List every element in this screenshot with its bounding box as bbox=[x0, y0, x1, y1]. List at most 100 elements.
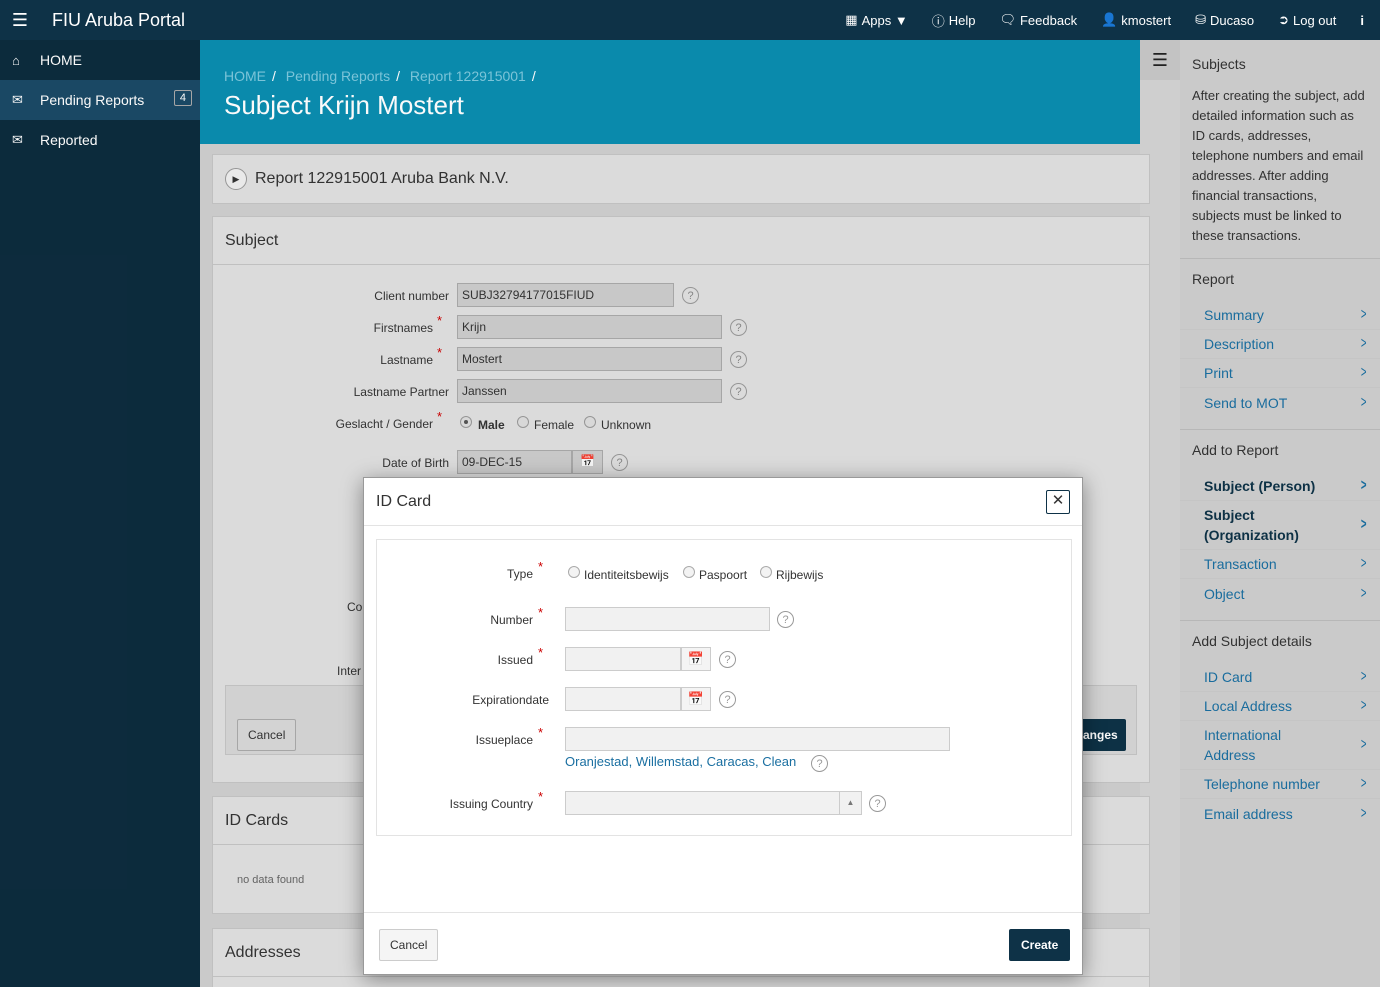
issued-date-input[interactable] bbox=[565, 647, 681, 671]
right-panel-toggle-icon[interactable]: ☰ bbox=[1140, 40, 1180, 80]
issueplace-suggestions[interactable]: Oranjestad, Willemstad, Caracas, Clean bbox=[565, 754, 796, 769]
required-marker: * bbox=[437, 345, 443, 360]
help-icon[interactable]: ? bbox=[719, 691, 736, 708]
menu-icon[interactable]: ☰ bbox=[0, 10, 40, 31]
lastname-field[interactable]: Mostert bbox=[457, 347, 722, 371]
type-identiteitsbewijs-radio[interactable] bbox=[568, 566, 580, 578]
chevron-right-icon: > bbox=[1360, 477, 1367, 494]
help-icon[interactable]: ? bbox=[730, 319, 747, 336]
user-label: kmostert bbox=[1121, 12, 1172, 28]
breadcrumb-pending-reports[interactable]: Pending Reports bbox=[286, 68, 390, 84]
report-panel-title: Report 122915001 Aruba Bank N.V. bbox=[255, 170, 509, 187]
gender-female-radio[interactable] bbox=[517, 416, 529, 428]
report-link-description[interactable]: Description > bbox=[1180, 330, 1380, 359]
subject-panel-title: Subject bbox=[225, 231, 279, 249]
help-icon[interactable]: ? bbox=[719, 651, 736, 668]
add-id-card-link[interactable]: ID Card > bbox=[1180, 663, 1380, 692]
client-number-field[interactable]: SUBJ32794177015FIUD bbox=[457, 283, 674, 307]
add-subject-organization-link[interactable]: Subject (Organization) > bbox=[1180, 501, 1380, 550]
sidebar-item-pending-reports[interactable]: ✉ Pending Reports 4 bbox=[0, 80, 200, 120]
sidebar: ⌂ HOME ✉ Pending Reports 4 ✉ Reported bbox=[0, 40, 200, 987]
link-label: ID Card bbox=[1204, 669, 1253, 685]
gender-male-radio[interactable] bbox=[460, 416, 472, 428]
top-bar: ☰ FIU Aruba Portal ▦ Apps ▼ ⓘ Help 🗨 Feedba… bbox=[0, 0, 1380, 40]
add-international-address-link[interactable]: International Address > bbox=[1180, 721, 1380, 770]
add-object-link[interactable]: Object > bbox=[1180, 579, 1380, 608]
sidebar-item-label: Pending Reports bbox=[40, 92, 145, 108]
apps-menu[interactable]: ▦ Apps ▼ bbox=[845, 12, 907, 28]
envelope-icon: ✉ bbox=[12, 132, 23, 147]
dob-label: Date of Birth bbox=[382, 456, 449, 470]
page-title: Subject Krijn Mostert bbox=[224, 90, 464, 120]
link-label: Subject (Person) bbox=[1204, 478, 1316, 494]
expiration-date-input[interactable] bbox=[565, 687, 681, 711]
create-button[interactable]: Create bbox=[1009, 929, 1071, 961]
gender-label: Geslacht / Gender bbox=[335, 417, 433, 431]
report-link-summary[interactable]: Summary > bbox=[1180, 301, 1380, 330]
firstnames-field[interactable]: Krijn bbox=[457, 315, 722, 339]
chevron-right-icon: > bbox=[1360, 804, 1367, 822]
chevron-right-icon: > bbox=[1360, 736, 1367, 753]
apps-label: Apps ▼ bbox=[861, 12, 908, 28]
app-title[interactable]: FIU Aruba Portal bbox=[52, 10, 185, 31]
partner-field[interactable]: Janssen bbox=[457, 379, 722, 403]
info-link[interactable]: i bbox=[1360, 13, 1364, 28]
feedback-link[interactable]: 🗨 Feedback bbox=[999, 12, 1077, 28]
help-text: After creating the subject, add detailed… bbox=[1192, 88, 1365, 243]
chevron-right-icon: > bbox=[1360, 697, 1367, 714]
help-icon[interactable]: ? bbox=[730, 383, 747, 400]
info-icon: i bbox=[1360, 12, 1364, 28]
calendar-icon[interactable]: 📅 bbox=[681, 647, 711, 671]
id-card-dialog: ID Card ✕ Type * Identiteitsbewijs Paspo… bbox=[363, 477, 1083, 975]
help-icon[interactable]: ? bbox=[811, 755, 828, 772]
help-link[interactable]: ⓘ Help bbox=[932, 11, 976, 30]
add-local-address-link[interactable]: Local Address > bbox=[1180, 692, 1380, 721]
type-paspoort-radio[interactable] bbox=[683, 566, 695, 578]
sidebar-item-home[interactable]: ⌂ HOME bbox=[0, 40, 200, 80]
add-subject-person-link[interactable]: Subject (Person) > bbox=[1180, 472, 1380, 501]
help-icon[interactable]: ? bbox=[777, 611, 794, 628]
database-link[interactable]: ⛁ Ducaso bbox=[1195, 12, 1254, 28]
select-arrows-icon: ▲ bbox=[839, 792, 861, 814]
add-transaction-link[interactable]: Transaction > bbox=[1180, 550, 1380, 579]
type-paspoort-label: Paspoort bbox=[699, 568, 748, 582]
breadcrumb-report[interactable]: Report 122915001 bbox=[410, 68, 526, 84]
logout-link[interactable]: ➲ Log out bbox=[1278, 12, 1336, 28]
logout-icon: ➲ bbox=[1278, 12, 1289, 27]
expand-icon[interactable]: ▶ bbox=[225, 168, 247, 190]
gender-unknown-radio[interactable] bbox=[584, 416, 596, 428]
cancel-button[interactable]: Cancel bbox=[379, 929, 439, 961]
calendar-icon[interactable]: 📅 bbox=[681, 687, 711, 711]
help-icon[interactable]: ? bbox=[869, 795, 886, 812]
report-section-title: Report bbox=[1192, 271, 1235, 287]
link-label: Email address bbox=[1204, 805, 1293, 822]
chevron-right-icon: > bbox=[1360, 555, 1367, 572]
sidebar-item-reported[interactable]: ✉ Reported bbox=[0, 120, 200, 160]
add-telephone-link[interactable]: Telephone number > bbox=[1180, 770, 1380, 799]
country-label: Co bbox=[347, 600, 363, 614]
link-label: Object bbox=[1204, 585, 1245, 602]
dob-field[interactable]: 09-DEC-15 bbox=[457, 450, 572, 474]
report-panel-header[interactable]: ▶ Report 122915001 Aruba Bank N.V. bbox=[213, 155, 1149, 203]
cancel-button[interactable]: Cancel bbox=[237, 719, 297, 751]
help-icon[interactable]: ? bbox=[682, 287, 699, 304]
close-icon[interactable]: ✕ bbox=[1046, 490, 1070, 514]
link-label: Transaction bbox=[1204, 556, 1277, 572]
number-input[interactable] bbox=[565, 607, 770, 631]
add-email-link[interactable]: Email address > bbox=[1180, 799, 1380, 828]
user-menu[interactable]: 👤 kmostert bbox=[1101, 12, 1171, 28]
help-icon[interactable]: ? bbox=[611, 454, 628, 471]
help-icon[interactable]: ? bbox=[730, 351, 747, 368]
dialog-body: Type * Identiteitsbewijs Paspoort Rijbew… bbox=[376, 539, 1072, 836]
report-link-send-to-mot[interactable]: Send to MOT > bbox=[1180, 388, 1380, 417]
type-rijbewijs-radio[interactable] bbox=[760, 566, 772, 578]
page-header: HOME / Pending Reports / Report 122915001/… bbox=[200, 40, 1140, 144]
divider bbox=[1180, 258, 1380, 259]
gender-male-label: Male bbox=[478, 418, 505, 432]
issueplace-input[interactable] bbox=[565, 727, 950, 751]
breadcrumb-home[interactable]: HOME bbox=[224, 68, 266, 84]
dialog-title: ID Card bbox=[376, 492, 432, 510]
calendar-icon[interactable]: 📅 bbox=[572, 450, 603, 474]
report-link-print[interactable]: Print > bbox=[1180, 359, 1380, 388]
issuing-country-select[interactable]: ▲ bbox=[565, 791, 862, 815]
